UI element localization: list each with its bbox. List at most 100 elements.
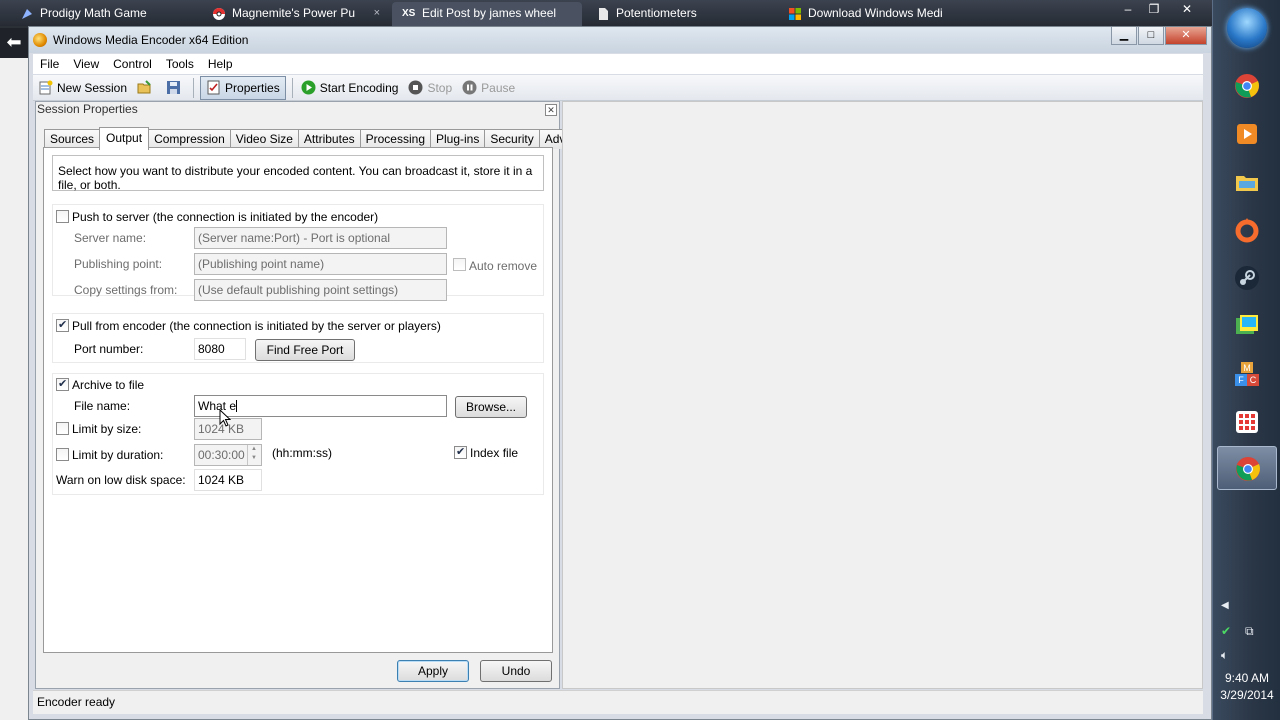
file-explorer-icon [1236, 176, 1258, 191]
open-session-button[interactable] [132, 76, 161, 100]
server-name-field[interactable]: (Server name:Port) - Port is optional [194, 227, 447, 249]
server-name-label: Server name: [74, 231, 147, 245]
taskbar-apps[interactable] [1217, 400, 1277, 444]
tray-volume-icon[interactable]: 🔈︎ [1221, 648, 1228, 663]
apps-grid-icon [1236, 411, 1258, 433]
push-to-server-checkbox[interactable] [56, 210, 69, 223]
origin-icon [1235, 218, 1259, 243]
browser-close-button[interactable]: ✕ [1174, 0, 1200, 18]
document-icon [599, 8, 608, 20]
tab-attributes[interactable]: Attributes [297, 129, 361, 149]
port-number-label: Port number: [74, 342, 144, 356]
auto-remove-label: Auto remove [469, 259, 538, 273]
duration-format-label: (hh:mm:ss) [272, 446, 332, 460]
browser-restore-button[interactable]: ❐ [1141, 0, 1167, 18]
new-session-button[interactable]: New Session [33, 76, 132, 100]
browse-button[interactable]: Browse... [455, 396, 527, 418]
undo-button[interactable]: Undo [480, 660, 552, 682]
taskbar-chrome[interactable] [1217, 64, 1277, 108]
find-free-port-button[interactable]: Find Free Port [255, 339, 355, 361]
publishing-point-field[interactable]: (Publishing point name) [194, 253, 447, 275]
menu-help[interactable]: Help [201, 54, 240, 74]
text-caret [236, 400, 238, 412]
taskbar-mfc[interactable]: MFC [1217, 352, 1277, 396]
duration-spinner[interactable]: ▲ ▼ [247, 445, 260, 465]
taskbar-origin[interactable] [1217, 208, 1277, 252]
prodigy-icon [22, 9, 32, 19]
browser-tab-potentiometers[interactable]: Potentiometers [586, 2, 776, 26]
properties-tabs: Sources Output Compression Video Size At… [44, 127, 605, 150]
svg-text:M: M [1243, 363, 1251, 373]
publishing-point-label: Publishing point: [74, 257, 163, 271]
copy-settings-field[interactable]: (Use default publishing point settings) [194, 279, 447, 301]
menu-file[interactable]: File [33, 54, 66, 74]
menu-tools[interactable]: Tools [159, 54, 201, 74]
tab-compression[interactable]: Compression [148, 129, 231, 149]
save-icon [167, 81, 181, 94]
menu-view[interactable]: View [66, 54, 106, 74]
warn-low-disk-field[interactable]: 1024 KB [194, 469, 262, 491]
pull-from-encoder-checkbox[interactable] [56, 318, 69, 332]
tray-sync-icon[interactable]: ✔ [1221, 624, 1231, 638]
limit-by-size-checkbox[interactable] [56, 422, 69, 435]
tab-sources[interactable]: Sources [44, 129, 101, 149]
output-description: Select how you want to distribute your e… [52, 155, 544, 192]
clock-time[interactable]: 9:40 AM [1213, 671, 1280, 685]
toolbar-separator [291, 77, 293, 98]
pause-button[interactable]: Pause [457, 76, 520, 100]
start-encoding-button[interactable]: Start Encoding [296, 76, 404, 100]
port-number-field[interactable]: 8080 [194, 338, 246, 360]
close-button[interactable]: ✕ [1165, 27, 1207, 45]
back-arrow-icon[interactable]: ⬅ [0, 28, 28, 58]
browser-tab-magnemite[interactable]: Magnemite's Power Pu × [202, 2, 388, 26]
taskbar-chrome-active[interactable] [1217, 446, 1277, 490]
menu-control[interactable]: Control [106, 54, 159, 74]
tray-network-icon[interactable]: ⧉ [1245, 624, 1254, 639]
taskbar-photo-gallery[interactable] [1217, 304, 1277, 348]
pull-from-encoder-group: Pull from encoder (the connection is ini… [52, 313, 544, 363]
tab-security[interactable]: Security [484, 129, 540, 149]
browser-tab-strip: Prodigy Math Game Magnemite's Power Pu ×… [0, 0, 1212, 26]
tab-video-size[interactable]: Video Size [229, 129, 299, 149]
clock-date[interactable]: 3/29/2014 [1213, 688, 1280, 702]
browser-tab-prodigy[interactable]: Prodigy Math Game [10, 2, 200, 26]
archive-to-file-checkbox[interactable] [56, 377, 69, 391]
maximize-button[interactable]: □ [1138, 27, 1164, 45]
browser-tab-download-wme[interactable]: Download Windows Medi [778, 2, 968, 26]
auto-remove-checkbox[interactable] [453, 258, 466, 271]
archive-to-file-label: Archive to file [72, 378, 145, 392]
push-to-server-group: Push to server (the connection is initia… [52, 204, 544, 301]
save-session-button[interactable] [161, 76, 190, 100]
start-button[interactable] [1227, 8, 1267, 48]
svg-text:F: F [1238, 375, 1244, 385]
tab-processing[interactable]: Processing [359, 129, 431, 149]
index-file-label: Index file [470, 446, 519, 460]
chrome-active-icon [1236, 457, 1260, 481]
limit-by-duration-checkbox[interactable] [56, 448, 69, 461]
pause-icon [462, 80, 477, 95]
taskbar-steam[interactable] [1217, 256, 1277, 300]
mfc-icon: MF C [1235, 362, 1259, 386]
minimize-button[interactable]: ▁ [1111, 27, 1137, 45]
pull-from-encoder-label: Pull from encoder (the connection is ini… [72, 319, 441, 333]
browser-tab-edit-post[interactable]: XS Edit Post by james wheel [392, 2, 582, 26]
xs-icon: XS [402, 8, 416, 19]
browser-content-edge [0, 58, 28, 720]
properties-button[interactable]: Properties [200, 75, 286, 100]
stop-button[interactable]: Stop [403, 76, 457, 100]
tab-output[interactable]: Output [99, 127, 150, 150]
properties-icon [207, 80, 220, 95]
toolbar-separator [193, 77, 195, 98]
tab-plug-ins[interactable]: Plug-ins [430, 129, 486, 149]
taskbar-media-player[interactable] [1217, 112, 1277, 156]
file-name-field[interactable]: What e [194, 395, 447, 417]
tab-close-icon[interactable]: × [374, 2, 380, 24]
browser-minimize-button[interactable]: ‒ [1115, 0, 1141, 18]
chrome-icon [1235, 74, 1259, 98]
apply-button[interactable]: Apply [397, 660, 469, 682]
taskbar-file-explorer[interactable] [1217, 160, 1277, 204]
index-file-checkbox[interactable] [454, 445, 467, 459]
tray-expand-icon[interactable]: ◀ [1221, 600, 1229, 611]
monitor-pane [562, 101, 1203, 689]
close-pane-icon[interactable]: ✕ [545, 104, 557, 116]
